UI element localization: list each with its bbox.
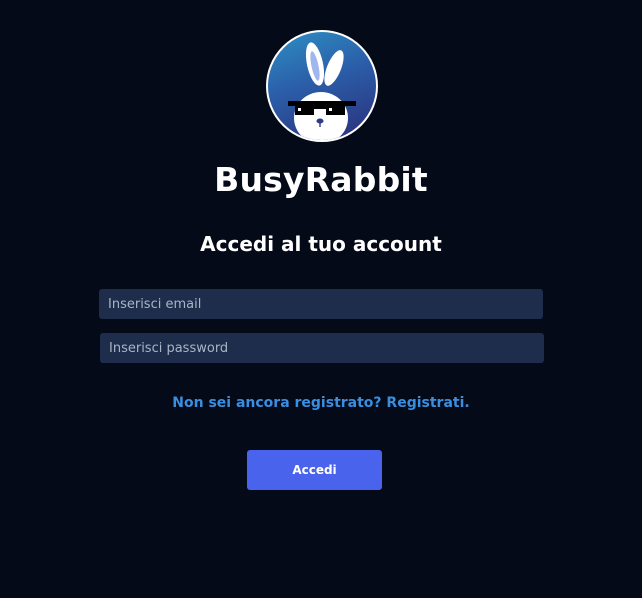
login-page: BusyRabbit Accedi al tuo account Inseris… [0, 0, 642, 598]
login-button[interactable]: Accedi [247, 450, 382, 490]
email-field[interactable]: Inserisci email [99, 289, 543, 319]
email-placeholder: Inserisci email [108, 296, 202, 312]
register-link[interactable]: Non sei ancora registrato? Registrati. [0, 395, 642, 411]
password-placeholder: Inserisci password [109, 340, 229, 356]
login-heading: Accedi al tuo account [200, 232, 442, 256]
rabbit-logo-icon [266, 30, 378, 142]
app-title: BusyRabbit [214, 160, 428, 199]
password-field[interactable]: Inserisci password [100, 333, 544, 363]
